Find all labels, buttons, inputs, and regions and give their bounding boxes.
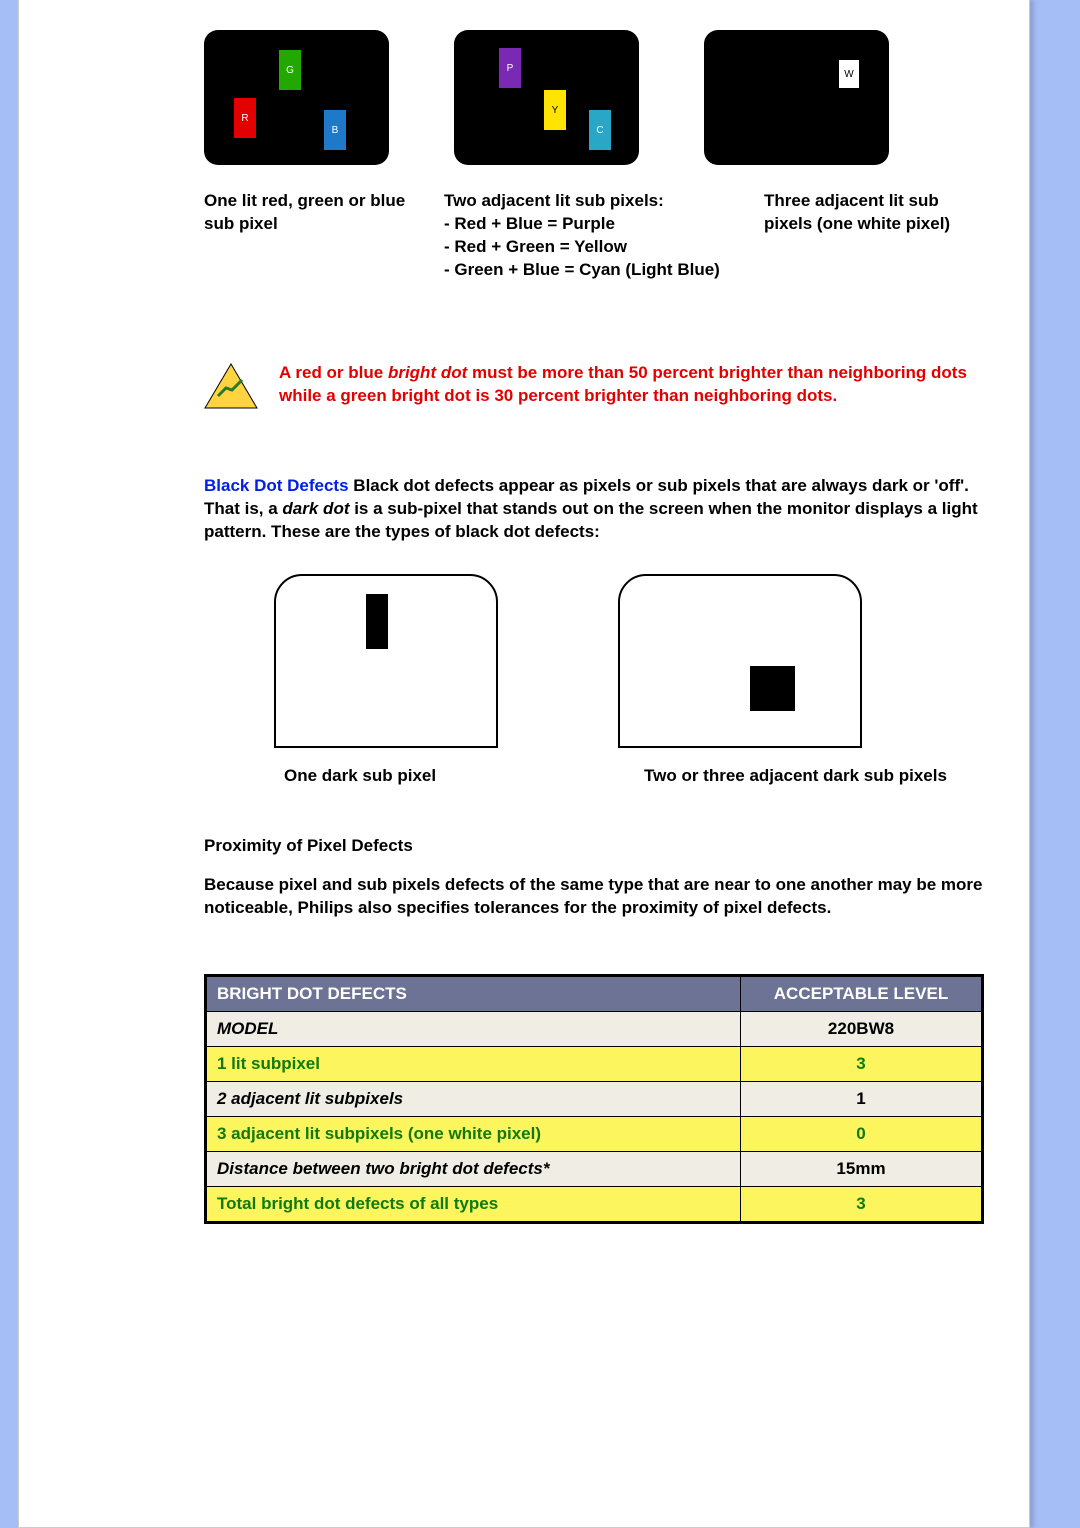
dark-block-icon xyxy=(366,594,388,649)
bright-dot-table: BRIGHT DOT DEFECTS ACCEPTABLE LEVEL MODE… xyxy=(204,974,984,1224)
warning-text: A red or blue bright dot must be more th… xyxy=(279,362,984,410)
warning-icon xyxy=(204,362,259,410)
subpixel-green-icon: G xyxy=(279,50,301,90)
table-row: Total bright dot defects of all types3 xyxy=(206,1187,983,1223)
figure-one-subpixel: R G B xyxy=(204,30,389,165)
caption-two-subpixels: Two adjacent lit sub pixels: - Red + Blu… xyxy=(444,190,749,282)
subpixel-cyan-icon: C xyxy=(589,110,611,150)
proximity-heading: Proximity of Pixel Defects xyxy=(204,836,984,856)
black-dot-title: Black Dot Defects xyxy=(204,476,349,495)
black-dot-paragraph: Black Dot Defects Black dot defects appe… xyxy=(204,475,984,544)
page-sheet: R G B P Y C W One lit red, green or blue… xyxy=(18,0,1030,1528)
figure-two-subpixels: P Y C xyxy=(454,30,639,165)
table-row: 1 lit subpixel3 xyxy=(206,1047,983,1082)
figure-one-dark xyxy=(274,574,498,748)
proximity-body: Because pixel and sub pixels defects of … xyxy=(204,874,984,920)
dark-dot-captions: One dark sub pixel Two or three adjacent… xyxy=(204,766,984,786)
warning-text-em: bright dot xyxy=(388,363,467,382)
table-header-row: BRIGHT DOT DEFECTS ACCEPTABLE LEVEL xyxy=(206,976,983,1012)
subpixel-white-icon: W xyxy=(839,60,859,88)
warning-text-pre: A red or blue xyxy=(279,363,388,382)
row-value: 3 xyxy=(741,1187,983,1223)
row-label: MODEL xyxy=(206,1012,741,1047)
subpixel-red-icon: R xyxy=(234,98,256,138)
black-dot-em: dark dot xyxy=(282,499,349,518)
dark-dot-figures xyxy=(274,574,984,748)
row-value: 220BW8 xyxy=(741,1012,983,1047)
warning-note: A red or blue bright dot must be more th… xyxy=(204,362,984,410)
table-row: Distance between two bright dot defects*… xyxy=(206,1152,983,1187)
row-value: 15mm xyxy=(741,1152,983,1187)
row-label: Total bright dot defects of all types xyxy=(206,1187,741,1223)
table-row: 2 adjacent lit subpixels1 xyxy=(206,1082,983,1117)
row-value: 1 xyxy=(741,1082,983,1117)
table-row: 3 adjacent lit subpixels (one white pixe… xyxy=(206,1117,983,1152)
figure-multi-dark xyxy=(618,574,862,748)
caption-one-subpixel: One lit red, green or blue sub pixel xyxy=(204,190,429,282)
figure-three-subpixels: W xyxy=(704,30,889,165)
caption-three-subpixels: Three adjacent lit sub pixels (one white… xyxy=(764,190,974,282)
caption-multi-dark: Two or three adjacent dark sub pixels xyxy=(644,766,947,786)
bright-dot-captions: One lit red, green or blue sub pixel Two… xyxy=(204,190,984,282)
caption-one-dark: One dark sub pixel xyxy=(284,766,644,786)
th-level: ACCEPTABLE LEVEL xyxy=(741,976,983,1012)
row-label: 3 adjacent lit subpixels (one white pixe… xyxy=(206,1117,741,1152)
content-area: R G B P Y C W One lit red, green or blue… xyxy=(204,0,984,1224)
row-label: 1 lit subpixel xyxy=(206,1047,741,1082)
dark-block-big-icon xyxy=(750,666,795,711)
subpixel-yellow-icon: Y xyxy=(544,90,566,130)
table-row: MODEL220BW8 xyxy=(206,1012,983,1047)
subpixel-blue-icon: B xyxy=(324,110,346,150)
row-label: Distance between two bright dot defects* xyxy=(206,1152,741,1187)
bright-dot-figures: R G B P Y C W xyxy=(204,0,984,165)
subpixel-purple-icon: P xyxy=(499,48,521,88)
row-value: 3 xyxy=(741,1047,983,1082)
row-label: 2 adjacent lit subpixels xyxy=(206,1082,741,1117)
row-value: 0 xyxy=(741,1117,983,1152)
th-defects: BRIGHT DOT DEFECTS xyxy=(206,976,741,1012)
